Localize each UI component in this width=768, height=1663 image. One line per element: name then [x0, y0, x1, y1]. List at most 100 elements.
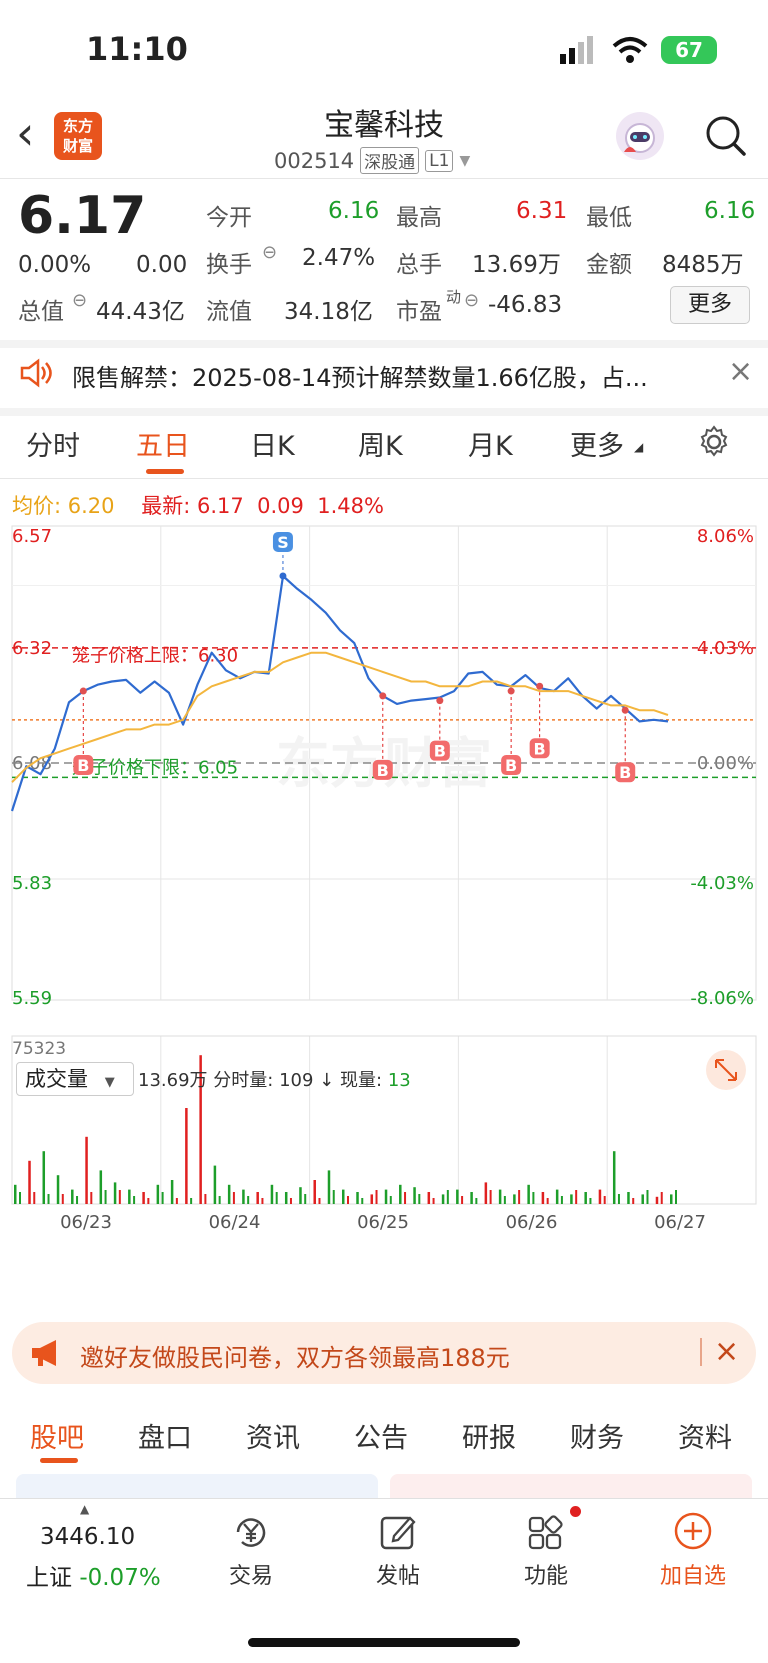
level-tag: L1 — [425, 149, 454, 172]
tab-intraday[interactable]: 分时 — [26, 424, 80, 463]
notification-dot — [570, 1506, 581, 1517]
wifi-icon — [612, 37, 648, 63]
info-icon[interactable]: ⊖ — [464, 290, 479, 311]
volume-bar — [513, 1194, 516, 1204]
settings-gear-icon[interactable] — [696, 424, 732, 460]
volume-bar — [204, 1194, 207, 1204]
x-tick-label: 06/27 — [654, 1212, 706, 1233]
promo-text[interactable]: 邀好友做股民问卷，双方各领最高188元 — [80, 1338, 510, 1373]
tab-daily-k[interactable]: 日K — [250, 424, 295, 463]
tab-weekly-k[interactable]: 周K — [358, 424, 403, 463]
period-volume-label: 分时量: — [213, 1070, 274, 1091]
volume-bar — [14, 1184, 17, 1204]
divider — [0, 478, 768, 479]
volume-bar — [575, 1190, 578, 1204]
index-row[interactable]: 上证 -0.07% — [26, 1558, 161, 1592]
notice-text[interactable]: 限售解禁：2025-08-14预计解禁数量1.66亿股，占... — [72, 358, 648, 393]
high-value: 6.31 — [516, 198, 568, 224]
tab-announcements[interactable]: 公告 — [354, 1416, 408, 1455]
volume-bar — [361, 1198, 364, 1204]
search-icon[interactable] — [704, 114, 748, 158]
volume-bar — [356, 1192, 359, 1204]
volume-bar — [612, 1151, 616, 1204]
connect-tag: 深股通 — [360, 147, 420, 174]
volume-bar — [627, 1192, 630, 1204]
volume-bar — [646, 1190, 649, 1204]
turnover-label: 换手 — [206, 252, 252, 278]
nav-post[interactable]: 发帖 — [338, 1558, 458, 1590]
avg-label: 均价: — [12, 494, 62, 518]
volume-bar — [532, 1192, 535, 1204]
five-day-chart[interactable]: 东方财富6.576.326.085.835.598.06%4.03%0.00%-… — [0, 520, 768, 1300]
marker-dot — [536, 682, 544, 690]
marker-dot — [621, 706, 629, 714]
volume-bar — [503, 1196, 506, 1204]
volume-bar — [213, 1165, 217, 1204]
stock-code-row[interactable]: 002514 深股通 L1 ▼ — [274, 147, 470, 174]
close-icon[interactable]: × — [728, 354, 753, 389]
volume-bar — [247, 1196, 250, 1204]
tab-five-day[interactable]: 五日 — [136, 424, 190, 463]
low-value: 6.16 — [704, 198, 756, 224]
nav-trade[interactable]: 交易 — [191, 1558, 311, 1590]
speaker-icon — [20, 358, 52, 388]
tab-underline — [40, 1458, 78, 1463]
x-tick-label: 06/25 — [357, 1212, 409, 1233]
volume-bar — [142, 1192, 145, 1204]
y-tick-right: -4.03% — [690, 873, 754, 894]
tab-financials[interactable]: 财务 — [570, 1416, 624, 1455]
y-tick-left: 6.57 — [12, 526, 52, 547]
volume-bar — [19, 1192, 21, 1204]
volume-bar — [118, 1190, 121, 1204]
volume-bar — [546, 1198, 549, 1204]
functions-grid-icon[interactable] — [526, 1512, 568, 1552]
tab-order-book[interactable]: 盘口 — [138, 1416, 192, 1455]
marker-dot — [279, 572, 287, 580]
caret-down-icon: ▼ — [459, 152, 471, 169]
volume-bar — [289, 1198, 292, 1204]
index-change: -0.07% — [79, 1565, 161, 1591]
nav-functions[interactable]: 功能 — [486, 1558, 606, 1590]
tab-forum[interactable]: 股吧 — [30, 1416, 84, 1455]
volume-bar — [470, 1192, 473, 1204]
lower-limit-label: 笼子价格下限：6.05 — [72, 757, 238, 778]
more-button[interactable]: 更多 — [670, 286, 750, 324]
volume-bar — [71, 1189, 74, 1204]
trade-marker-label: B — [377, 761, 389, 780]
tab-more[interactable]: 更多 — [570, 424, 624, 463]
robot-avatar-icon[interactable] — [616, 112, 664, 160]
marker-dot — [436, 697, 444, 705]
edit-post-icon[interactable] — [378, 1512, 420, 1552]
tab-research[interactable]: 研报 — [462, 1416, 516, 1455]
volume-bar — [42, 1151, 46, 1204]
volume-bar — [185, 1108, 188, 1204]
open-label: 今开 — [206, 205, 252, 231]
volume-bar — [404, 1192, 407, 1204]
volume-bar — [584, 1192, 587, 1204]
mktcap-label: 总值 — [18, 299, 64, 325]
indicator-select[interactable]: 成交量 ▼ — [16, 1062, 134, 1096]
volume-bar — [660, 1192, 663, 1204]
x-tick-label: 06/23 — [60, 1212, 112, 1233]
volume-bar — [384, 1189, 388, 1204]
tab-monthly-k[interactable]: 月K — [468, 424, 513, 463]
nav-add-watchlist[interactable]: 加自选 — [633, 1558, 753, 1590]
volume-bar — [270, 1184, 274, 1204]
volume-bar — [484, 1182, 488, 1204]
info-icon[interactable]: ⊖ — [72, 290, 87, 311]
volume-bar — [161, 1192, 164, 1204]
volume-bar — [85, 1136, 88, 1204]
info-icon[interactable]: ⊖ — [262, 242, 277, 263]
trade-yen-icon[interactable] — [230, 1512, 272, 1552]
tab-profile[interactable]: 资料 — [678, 1416, 732, 1455]
tab-news[interactable]: 资讯 — [246, 1416, 300, 1455]
volume-bar — [327, 1170, 331, 1204]
index-value[interactable]: 3446.10 — [40, 1524, 135, 1550]
current-volume: 13 — [387, 1070, 411, 1091]
close-icon[interactable]: × — [714, 1334, 739, 1369]
add-watchlist-icon[interactable] — [672, 1510, 714, 1552]
high-label: 最高 — [396, 205, 442, 231]
trade-marker-label: B — [619, 763, 631, 782]
volume-bar — [541, 1192, 545, 1204]
latest-value: 6.17 — [197, 494, 244, 518]
